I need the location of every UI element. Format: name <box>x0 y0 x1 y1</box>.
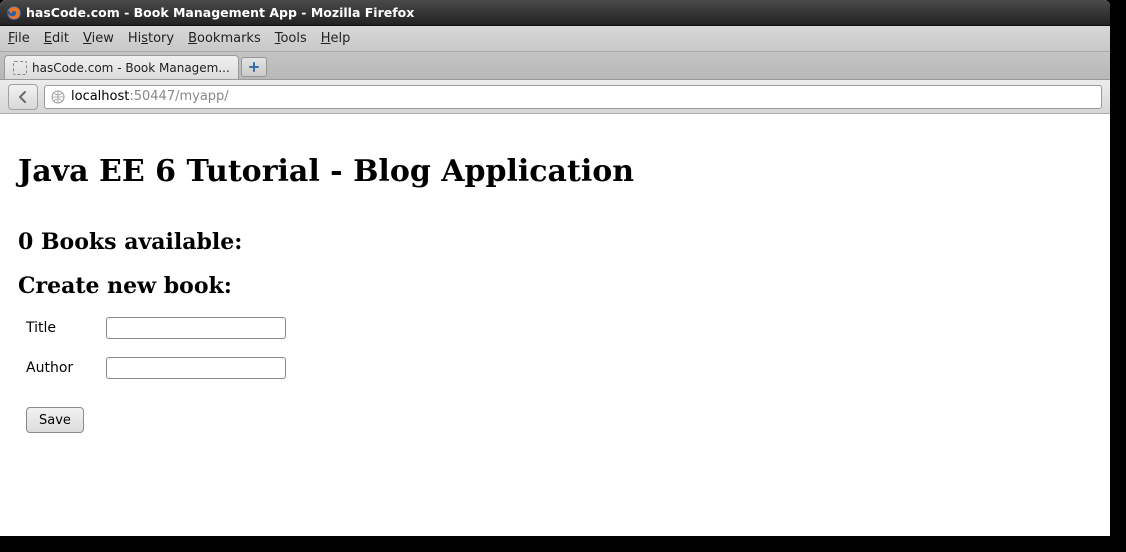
menu-file[interactable]: File <box>8 31 30 46</box>
navbar: localhost:50447/myapp/ <box>0 80 1110 114</box>
menu-view[interactable]: View <box>83 31 114 46</box>
menu-history[interactable]: History <box>128 31 174 46</box>
tabstrip: hasCode.com - Book Managem... <box>0 52 1110 80</box>
title-label: Title <box>26 320 106 336</box>
page-content: Java EE 6 Tutorial - Blog Application 0 … <box>0 114 1110 451</box>
menu-bookmarks[interactable]: Bookmarks <box>188 31 261 46</box>
save-button[interactable]: Save <box>26 407 84 433</box>
window-titlebar: hasCode.com - Book Management App - Mozi… <box>0 0 1110 26</box>
create-book-heading: Create new book: <box>18 273 1092 299</box>
author-input[interactable] <box>106 357 286 379</box>
url-rest: :50447/myapp/ <box>129 89 228 104</box>
form-row-author: Author <box>26 357 1092 379</box>
page-icon <box>13 61 27 75</box>
url-bar[interactable]: localhost:50447/myapp/ <box>44 85 1102 109</box>
globe-icon <box>51 90 65 104</box>
back-button[interactable] <box>8 84 38 110</box>
title-input[interactable] <box>106 317 286 339</box>
url-text: localhost:50447/myapp/ <box>71 89 229 104</box>
tab-active[interactable]: hasCode.com - Book Managem... <box>4 55 239 79</box>
url-host: localhost <box>71 89 129 104</box>
menu-edit[interactable]: Edit <box>44 31 69 46</box>
form-row-title: Title <box>26 317 1092 339</box>
menu-help[interactable]: Help <box>321 31 351 46</box>
tab-label: hasCode.com - Book Managem... <box>32 61 230 75</box>
author-label: Author <box>26 360 106 376</box>
browser-window: hasCode.com - Book Management App - Mozi… <box>0 0 1110 536</box>
menubar: File Edit View History Bookmarks Tools H… <box>0 26 1110 52</box>
firefox-icon <box>6 5 22 21</box>
books-available-heading: 0 Books available: <box>18 229 1092 255</box>
page-title: Java EE 6 Tutorial - Blog Application <box>18 154 1092 189</box>
new-tab-button[interactable] <box>241 57 267 77</box>
menu-tools[interactable]: Tools <box>275 31 307 46</box>
window-title: hasCode.com - Book Management App - Mozi… <box>26 5 414 20</box>
